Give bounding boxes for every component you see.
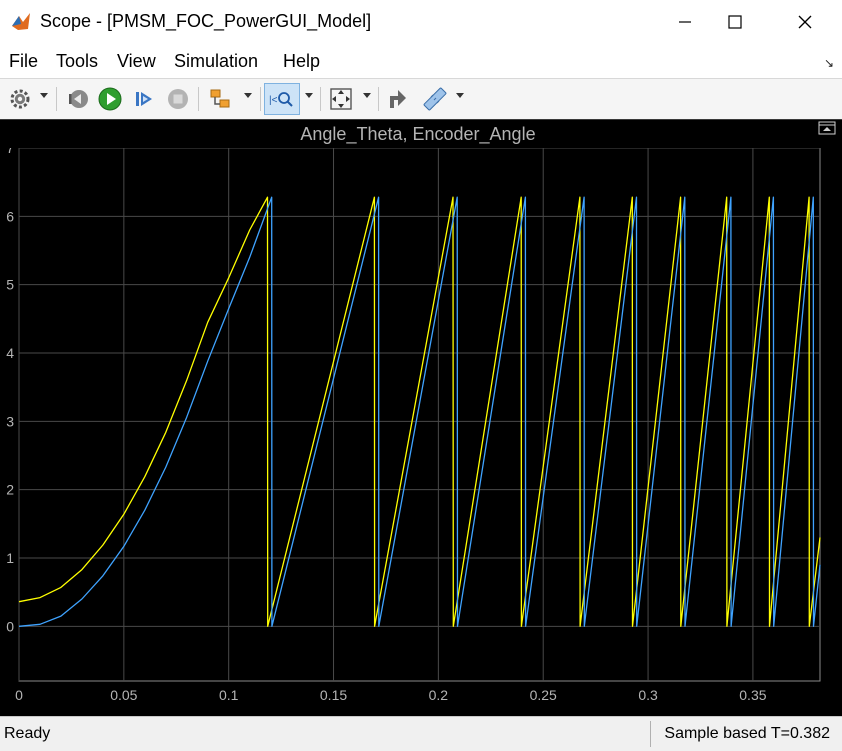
series-line-1 xyxy=(18,196,821,627)
measurements-dropdown[interactable] xyxy=(456,93,464,98)
x-tick-label: 0.1 xyxy=(219,687,239,703)
run-icon xyxy=(98,87,122,111)
matlab-scope-icon xyxy=(12,13,30,30)
menu-bar: File Tools View Simulation Help xyxy=(0,44,842,78)
run-button[interactable] xyxy=(96,83,124,115)
autoscale-icon xyxy=(330,88,352,110)
toolbar-separator xyxy=(320,87,321,111)
status-bar: Ready Sample based T=0.382 xyxy=(0,716,842,751)
x-tick-label: 0.35 xyxy=(739,687,766,703)
zoom-icon: |< xyxy=(269,92,293,107)
axes-frame xyxy=(18,148,821,682)
y-tick-label: 0 xyxy=(6,618,14,634)
y-tick-label: 3 xyxy=(6,413,14,429)
status-divider xyxy=(650,721,651,747)
zoom-button[interactable]: |< xyxy=(264,83,300,115)
x-tick-label: 0.05 xyxy=(110,687,137,703)
measurements-button[interactable] xyxy=(420,83,450,115)
write-data-icon xyxy=(390,90,406,108)
menu-tools[interactable]: Tools xyxy=(56,51,98,72)
toolbar-separator xyxy=(378,87,379,111)
y-tick-label: 1 xyxy=(6,550,14,566)
series-line-0 xyxy=(18,196,821,627)
status-sample-time: Sample based T=0.382 xyxy=(664,725,830,742)
highlight-block-icon xyxy=(210,89,230,108)
plot-title: Angle_Theta, Encoder_Angle xyxy=(300,124,536,144)
toolbar: |< xyxy=(0,78,842,120)
y-tick-labels: 0 1 2 3 4 5 6 7 xyxy=(6,148,14,634)
zoom-dropdown[interactable] xyxy=(305,93,313,98)
y-tick-label: 5 xyxy=(6,277,14,293)
autoscale-button[interactable] xyxy=(326,83,356,115)
menu-file[interactable]: File xyxy=(9,51,38,72)
window-title: Scope - [PMSM_FOC_PowerGUI_Model] xyxy=(40,11,372,31)
highlight-block-button[interactable] xyxy=(206,83,236,115)
step-forward-icon xyxy=(136,92,152,106)
status-ready-text: Ready xyxy=(4,725,51,742)
step-forward-button[interactable] xyxy=(130,83,158,115)
grid xyxy=(18,148,820,681)
maximize-button[interactable] xyxy=(706,0,764,44)
toolbar-separator xyxy=(56,87,57,111)
autoscale-dropdown[interactable] xyxy=(363,93,371,98)
x-tick-label: 0.3 xyxy=(638,687,658,703)
configuration-dropdown[interactable] xyxy=(40,93,48,98)
menu-simulation[interactable]: Simulation xyxy=(174,51,258,72)
x-tick-labels: 0 0.05 0.1 0.15 0.2 0.25 0.3 0.35 xyxy=(15,687,767,703)
menu-help[interactable]: Help xyxy=(283,51,320,72)
write-data-button[interactable] xyxy=(384,83,412,115)
toolbar-separator xyxy=(260,87,261,111)
menu-view[interactable]: View xyxy=(117,51,156,72)
close-button[interactable] xyxy=(776,0,834,44)
gear-icon xyxy=(10,89,30,109)
highlight-dropdown[interactable] xyxy=(244,93,252,98)
x-tick-label: 0.25 xyxy=(530,687,557,703)
series-group xyxy=(18,196,821,627)
y-tick-label: 4 xyxy=(6,345,14,361)
x-tick-label: 0 xyxy=(15,687,23,703)
stop-icon xyxy=(168,89,188,109)
svg-text:|<: |< xyxy=(269,95,278,106)
stop-button[interactable] xyxy=(164,83,192,115)
plot-area[interactable]: 0 1 2 3 4 5 6 7 0 0.05 0.1 0.15 0.2 0.25 0.3 0.35 xyxy=(0,148,842,716)
undock-display-icon[interactable] xyxy=(818,121,836,135)
toolbar-separator xyxy=(198,87,199,111)
x-tick-label: 0.15 xyxy=(320,687,347,703)
title-bar: Scope - [PMSM_FOC_PowerGUI_Model] xyxy=(0,0,842,44)
step-back-button[interactable] xyxy=(64,83,92,115)
step-back-icon xyxy=(69,90,88,108)
maximize-icon xyxy=(728,15,742,29)
minimize-icon xyxy=(679,21,691,23)
x-tick-label: 0.2 xyxy=(429,687,449,703)
y-tick-label: 6 xyxy=(6,208,14,224)
y-tick-label: 7 xyxy=(6,148,14,156)
undock-arrow-icon[interactable]: ↘ xyxy=(824,56,834,70)
measure-icon xyxy=(423,87,447,111)
close-icon xyxy=(798,15,812,29)
configuration-button[interactable] xyxy=(6,83,34,115)
y-tick-label: 2 xyxy=(6,482,14,498)
